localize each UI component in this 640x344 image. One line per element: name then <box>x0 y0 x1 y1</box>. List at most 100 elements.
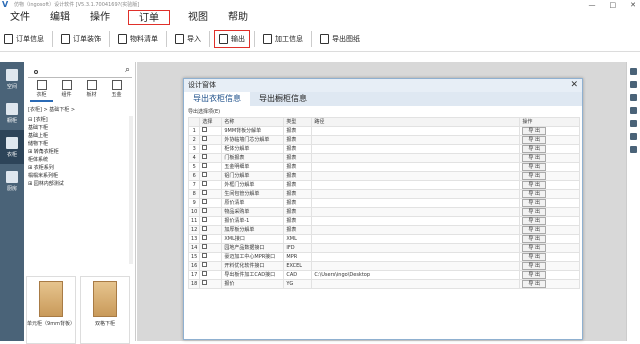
export-button-label[interactable]: 导 出 <box>522 180 546 189</box>
checkbox[interactable] <box>202 280 208 286</box>
export-button[interactable]: 导 出 <box>519 179 580 190</box>
export-button[interactable]: 导 出 <box>519 125 580 136</box>
export-button[interactable]: 导 出 <box>519 188 580 199</box>
close-button[interactable]: ✕ <box>630 0 636 10</box>
tree-item[interactable]: 柜体系统 <box>28 156 128 164</box>
menu-view[interactable]: 视图 <box>178 10 218 25</box>
minimize-button[interactable]: — <box>589 0 596 10</box>
export-button[interactable]: 导 出 <box>519 170 580 181</box>
grid-icon[interactable] <box>630 120 637 127</box>
checkbox[interactable] <box>202 154 208 160</box>
tree-item[interactable]: ⊞ 园林内部测试 <box>28 180 128 188</box>
export-button[interactable]: 导 出 <box>519 161 580 172</box>
tree-item[interactable]: ⊟ [衣柜] <box>28 116 128 124</box>
category-tab-component[interactable]: 组件 <box>55 80 78 102</box>
export-button-label[interactable]: 导 出 <box>522 171 546 180</box>
export-button[interactable]: 导 出 <box>519 143 580 154</box>
cube-icon[interactable] <box>630 81 637 88</box>
checkbox[interactable] <box>202 208 208 214</box>
select-checkbox[interactable] <box>199 215 223 226</box>
menu-help[interactable]: 帮助 <box>218 10 258 25</box>
checkbox[interactable] <box>202 172 208 178</box>
checkbox[interactable] <box>202 181 208 187</box>
select-checkbox[interactable] <box>199 269 223 280</box>
export-button-label[interactable]: 导 出 <box>522 135 546 144</box>
category-tab-hardware[interactable]: 五金 <box>105 80 128 102</box>
select-checkbox[interactable] <box>199 134 223 145</box>
menu-edit[interactable]: 编辑 <box>40 10 80 25</box>
checkbox[interactable] <box>202 163 208 169</box>
tree-item[interactable]: 储物下柜 <box>28 140 128 148</box>
export-button-label[interactable]: 导 出 <box>522 126 546 135</box>
list-icon[interactable] <box>630 133 637 140</box>
process-info-button[interactable]: 加工信息 <box>259 30 307 48</box>
checkbox[interactable] <box>202 190 208 196</box>
export-button[interactable]: 导 出 <box>519 233 580 244</box>
checkbox[interactable] <box>202 253 208 259</box>
menu-operate[interactable]: 操作 <box>80 10 120 25</box>
checkbox[interactable] <box>202 136 208 142</box>
maximize-button[interactable]: □ <box>610 0 617 10</box>
link-icon[interactable] <box>630 107 637 114</box>
export-button-label[interactable]: 导 出 <box>522 189 546 198</box>
tree-scrollbar[interactable] <box>129 116 133 264</box>
export-button-label[interactable]: 导 出 <box>522 243 546 252</box>
export-button[interactable]: 导 出 <box>519 206 580 217</box>
search-input[interactable]: ⌕ <box>28 65 132 78</box>
checkbox[interactable] <box>202 235 208 241</box>
export-button-label[interactable]: 导 出 <box>522 234 546 243</box>
export-button-label[interactable]: 导 出 <box>522 216 546 225</box>
export-button[interactable]: 导 出 <box>519 215 580 226</box>
export-drawing-button[interactable]: 导出图纸 <box>316 30 364 48</box>
select-checkbox[interactable] <box>199 161 223 172</box>
export-button[interactable]: 导 出 <box>519 224 580 235</box>
export-button[interactable]: 导 出 <box>519 251 580 262</box>
view-icon[interactable] <box>630 68 637 75</box>
search-icon[interactable]: ⌕ <box>125 65 130 75</box>
tree-item[interactable]: ⊞ 转角衣柜柜 <box>28 148 128 156</box>
export-button-label[interactable]: 导 出 <box>522 207 546 216</box>
export-button[interactable]: 导 出 <box>519 197 580 208</box>
output-button[interactable]: 输出 <box>214 29 250 48</box>
checkbox[interactable] <box>202 244 208 250</box>
bom-button[interactable]: 物料清单 <box>114 30 162 48</box>
export-button[interactable]: 导 出 <box>519 152 580 163</box>
select-checkbox[interactable] <box>199 233 223 244</box>
export-button-label[interactable]: 导 出 <box>522 153 546 162</box>
checkbox[interactable] <box>202 145 208 151</box>
category-tab-wardrobe[interactable]: 衣柜 <box>30 80 53 102</box>
select-checkbox[interactable] <box>199 188 223 199</box>
tree-item[interactable]: ⊞ 衣柜系列 <box>28 164 128 172</box>
select-checkbox[interactable] <box>199 251 223 262</box>
select-checkbox[interactable] <box>199 278 223 289</box>
select-checkbox[interactable] <box>199 242 223 253</box>
tree-item[interactable]: 榻榻米系列柜 <box>28 172 128 180</box>
select-checkbox[interactable] <box>199 206 223 217</box>
model-thumbnail[interactable]: 双格下柜 <box>80 276 130 344</box>
filter-icon[interactable] <box>630 146 637 153</box>
export-button-label[interactable]: 导 出 <box>522 225 546 234</box>
order-decor-button[interactable]: 订单装饰 <box>57 30 105 48</box>
select-checkbox[interactable] <box>199 179 223 190</box>
select-checkbox[interactable] <box>199 170 223 181</box>
category-tab-board[interactable]: 板材 <box>80 80 103 102</box>
settings-icon[interactable] <box>630 94 637 101</box>
export-button-label[interactable]: 导 出 <box>522 279 546 288</box>
order-info-button[interactable]: 订单信息 <box>0 30 48 48</box>
export-button[interactable]: 导 出 <box>519 260 580 271</box>
export-button[interactable]: 导 出 <box>519 269 580 280</box>
tab-export-cabinet[interactable]: 导出橱柜信息 <box>250 92 316 106</box>
sidebar-item-kitchen[interactable]: 厨房 <box>0 164 24 198</box>
sidebar-item-cabinet[interactable]: 橱柜 <box>0 96 24 130</box>
menu-file[interactable]: 文件 <box>0 10 40 25</box>
close-icon[interactable]: ✕ <box>570 79 578 92</box>
export-button-label[interactable]: 导 出 <box>522 270 546 279</box>
model-thumbnail[interactable]: 单元柜（9mm背板） <box>26 276 76 344</box>
checkbox[interactable] <box>202 262 208 268</box>
checkbox[interactable] <box>202 127 208 133</box>
export-button-label[interactable]: 导 出 <box>522 198 546 207</box>
checkbox[interactable] <box>202 199 208 205</box>
select-checkbox[interactable] <box>199 143 223 154</box>
menu-order[interactable]: 订单 <box>128 10 170 25</box>
select-checkbox[interactable] <box>199 152 223 163</box>
